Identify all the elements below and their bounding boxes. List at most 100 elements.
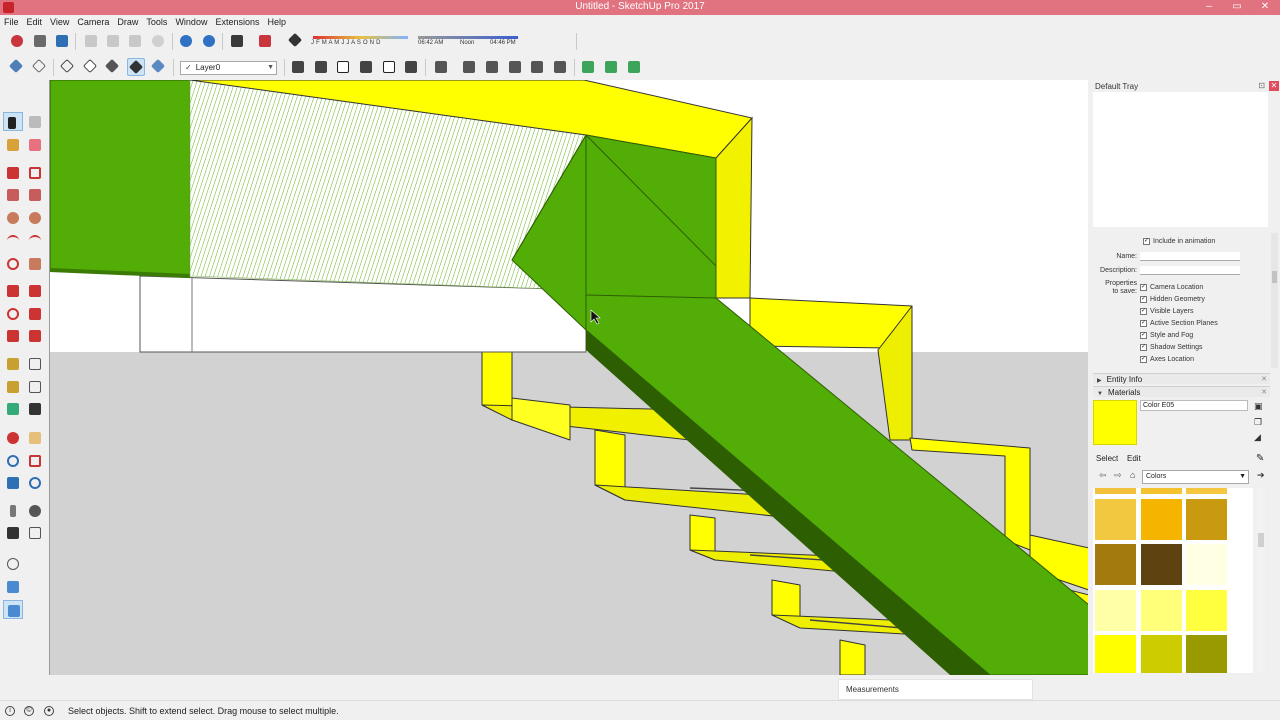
- paint-bucket-button[interactable]: [3, 135, 23, 154]
- position-camera-button[interactable]: [3, 501, 23, 520]
- credits-icon[interactable]: ©: [24, 706, 34, 716]
- rectangle-tool-button[interactable]: [3, 185, 23, 204]
- open-button[interactable]: [31, 32, 49, 50]
- forward-arrow-icon[interactable]: ⇨: [1114, 470, 1122, 481]
- line-tool-button[interactable]: [3, 163, 23, 182]
- axes-tool-button[interactable]: [3, 399, 23, 418]
- model-canvas[interactable]: [50, 80, 1088, 675]
- protractor-button[interactable]: [3, 377, 23, 396]
- undo-button[interactable]: [177, 32, 195, 50]
- shadow-time-slider[interactable]: 06:42 AM Noon 04:46 PM: [418, 35, 520, 49]
- close-icon[interactable]: ✕: [1261, 387, 1267, 398]
- orbit-tool-button[interactable]: [3, 428, 23, 447]
- tab-edit[interactable]: Edit: [1124, 453, 1144, 465]
- layer-dropdown[interactable]: ✓ Layer0 ▼: [180, 61, 277, 75]
- follow-me-button[interactable]: [25, 304, 45, 323]
- zoom-tool-button[interactable]: [3, 451, 23, 470]
- solid-union-button[interactable]: [506, 58, 524, 76]
- offset-tool-button[interactable]: [25, 326, 45, 345]
- measurements-box[interactable]: Measurements: [838, 679, 1033, 700]
- checkbox-icon[interactable]: ✓: [1140, 307, 1147, 315]
- polygon-tool-button[interactable]: [25, 208, 45, 227]
- text-tool-button[interactable]: [25, 377, 45, 396]
- time-slider-track[interactable]: [418, 36, 518, 39]
- arc-tool-button[interactable]: [3, 231, 23, 250]
- tape-measure-button[interactable]: [3, 354, 23, 373]
- create-material-icon[interactable]: ❐: [1254, 417, 1264, 427]
- paste-button[interactable]: [126, 32, 144, 50]
- material-swatch[interactable]: [1186, 544, 1227, 585]
- material-name-field[interactable]: Color E05: [1140, 400, 1248, 411]
- two-point-arc-button[interactable]: [25, 231, 45, 250]
- save-button[interactable]: [53, 32, 71, 50]
- checkbox-icon[interactable]: ✓: [1140, 331, 1147, 339]
- minimize-button[interactable]: –: [1196, 0, 1222, 15]
- zoom-extents-button[interactable]: [3, 473, 23, 492]
- pie-tool-button[interactable]: [25, 254, 45, 273]
- shaded-button[interactable]: [104, 58, 122, 76]
- menu-help[interactable]: Help: [263, 15, 290, 29]
- material-swatch[interactable]: [1095, 488, 1136, 494]
- pan-tool-button[interactable]: [25, 428, 45, 447]
- sample-paint-icon[interactable]: ◢: [1254, 432, 1264, 442]
- back-view-button[interactable]: [380, 58, 398, 76]
- material-collection-dropdown[interactable]: Colors ▼: [1142, 470, 1249, 484]
- menu-file[interactable]: File: [0, 15, 23, 29]
- tab-select[interactable]: Select: [1093, 453, 1121, 465]
- material-swatch[interactable]: [1186, 590, 1227, 631]
- material-swatch[interactable]: [1095, 590, 1136, 631]
- menu-window[interactable]: Window: [171, 15, 211, 29]
- scroll-thumb[interactable]: [1258, 533, 1264, 547]
- rotate-tool-button[interactable]: [3, 304, 23, 323]
- property-axes-location[interactable]: ✓ Axes Location: [1140, 354, 1194, 365]
- solid-subtract-button[interactable]: [528, 58, 546, 76]
- property-style-and-fog[interactable]: ✓ Style and Fog: [1140, 330, 1193, 341]
- materials-header[interactable]: ▼ Materials ✕: [1093, 386, 1270, 397]
- back-arrow-icon[interactable]: ⇦: [1099, 470, 1107, 481]
- make-component-button[interactable]: [25, 112, 45, 131]
- menu-draw[interactable]: Draw: [113, 15, 142, 29]
- material-swatch[interactable]: [1141, 488, 1182, 494]
- include-animation-row[interactable]: ✓ Include in animation: [1143, 236, 1215, 247]
- menu-edit[interactable]: Edit: [23, 15, 47, 29]
- wireframe-button[interactable]: [59, 58, 77, 76]
- material-swatch[interactable]: [1186, 488, 1227, 494]
- scene-description-field[interactable]: [1140, 266, 1240, 275]
- date-slider-track[interactable]: [313, 36, 408, 39]
- scene-name-field[interactable]: [1140, 252, 1240, 261]
- cut-button[interactable]: [82, 32, 100, 50]
- green-block[interactable]: [50, 80, 191, 277]
- menu-view[interactable]: View: [46, 15, 73, 29]
- close-icon[interactable]: ✕: [1261, 374, 1267, 385]
- checkbox-icon[interactable]: ✓: [1140, 355, 1147, 363]
- model-info-button[interactable]: [256, 32, 274, 50]
- extension-button-1[interactable]: [579, 58, 597, 76]
- solid-trim-button[interactable]: [551, 58, 569, 76]
- pin-icon[interactable]: ⊡: [1258, 81, 1265, 90]
- close-button[interactable]: ✕: [1252, 0, 1278, 15]
- extension-button-3[interactable]: [625, 58, 643, 76]
- print-button[interactable]: [228, 32, 246, 50]
- freehand-tool-button[interactable]: [25, 163, 45, 182]
- checkbox-icon[interactable]: ✓: [1143, 237, 1150, 245]
- details-arrow-icon[interactable]: ➔: [1257, 470, 1265, 481]
- geo-location-icon[interactable]: i: [5, 706, 15, 716]
- copy-button[interactable]: [104, 32, 122, 50]
- zoom-window-button[interactable]: [25, 451, 45, 470]
- section-plane-button[interactable]: [432, 58, 450, 76]
- property-shadow-settings[interactable]: ✓ Shadow Settings: [1140, 342, 1203, 353]
- push-pull-button[interactable]: [25, 281, 45, 300]
- 3d-warehouse-button[interactable]: [3, 600, 23, 619]
- material-swatch[interactable]: [1095, 635, 1136, 673]
- scroll-thumb[interactable]: [1272, 271, 1277, 283]
- sandbox-tool-button[interactable]: [3, 554, 23, 573]
- extension-button-2[interactable]: [602, 58, 620, 76]
- material-swatch[interactable]: [1095, 544, 1136, 585]
- move-tool-button[interactable]: [3, 281, 23, 300]
- 3d-text-button[interactable]: [25, 399, 45, 418]
- dimension-tool-button[interactable]: [25, 354, 45, 373]
- property-camera-location[interactable]: ✓ Camera Location: [1140, 282, 1203, 293]
- section-tool-button[interactable]: [25, 523, 45, 542]
- material-swatch[interactable]: [1095, 499, 1136, 540]
- iso-view-button[interactable]: [289, 58, 307, 76]
